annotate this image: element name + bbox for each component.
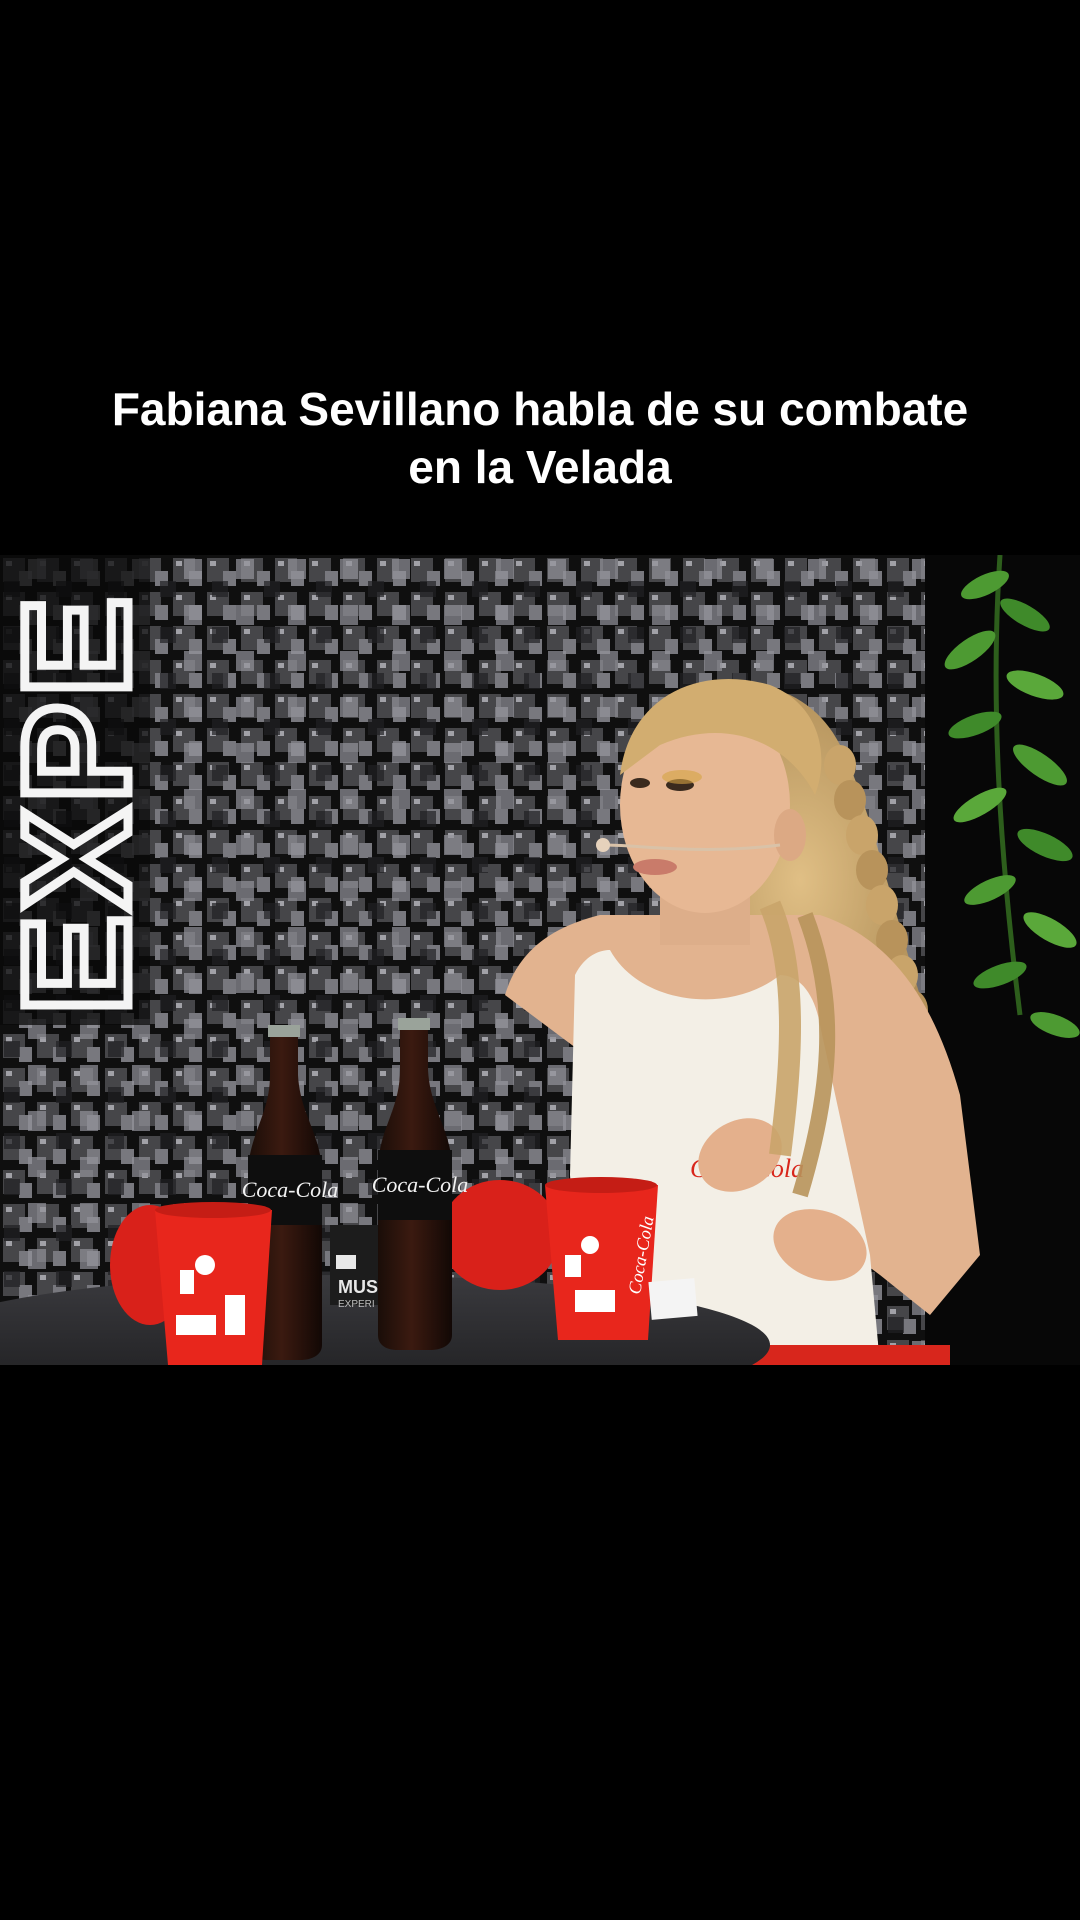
bottom-black-area xyxy=(0,1365,1080,1920)
video-still: EXPE MUS EXPERI Coca-Cola Coca-Cola Coca… xyxy=(0,555,1080,1365)
caption-line-2: en la Velada xyxy=(408,441,672,493)
red-cup-right: Coca-Cola xyxy=(545,1177,658,1340)
caption-line-1: Fabiana Sevillano habla de su combate xyxy=(111,383,969,435)
red-cup-left xyxy=(155,1202,272,1365)
video-caption: Fabiana Sevillano habla de su combate en… xyxy=(60,380,1020,496)
mic-box-subtext: EXPERI xyxy=(338,1299,375,1310)
neon-sign-text: EXPE xyxy=(0,591,160,1015)
headset-mic xyxy=(596,838,610,852)
video-frame[interactable]: EXPE MUS EXPERI Coca-Cola Coca-Cola Coca… xyxy=(0,555,1080,1365)
cue-cards xyxy=(648,1278,698,1320)
bottle-2-label: Coca-Cola xyxy=(372,1172,469,1197)
neon-sign: EXPE xyxy=(0,555,165,1025)
bottle-1-label: Coca-Cola xyxy=(242,1177,339,1202)
mic-box-text: MUS xyxy=(338,1277,378,1297)
